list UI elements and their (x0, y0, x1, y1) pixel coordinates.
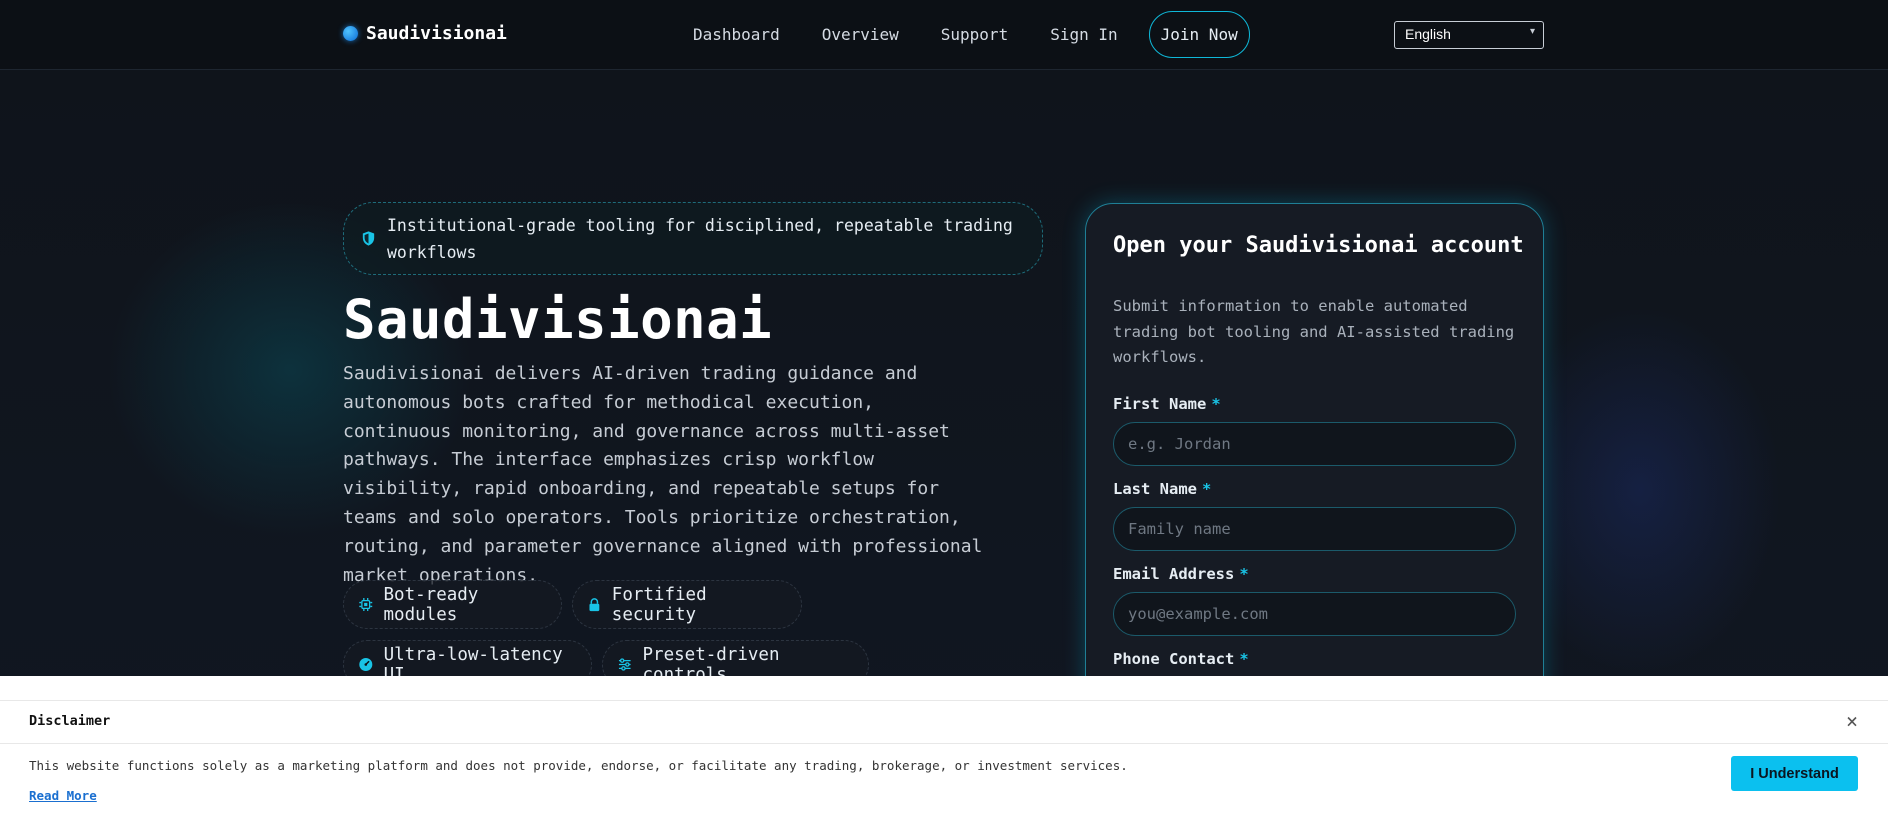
tagline-pill: Institutional-grade tooling for discipli… (343, 202, 1043, 275)
email-input[interactable] (1113, 592, 1516, 636)
main-nav: Dashboard Overview Support Sign In Join … (672, 11, 1250, 58)
nav-support[interactable]: Support (920, 12, 1029, 58)
join-now-button[interactable]: Join Now (1148, 11, 1250, 58)
feature-chip-bot-ready: Bot-ready modules (343, 580, 562, 629)
disclaimer-title: Disclaimer (29, 713, 111, 729)
close-icon[interactable]: × (1846, 709, 1858, 733)
lock-icon (589, 597, 600, 611)
site-header: Saudivisionai Dashboard Overview Support… (0, 0, 1888, 70)
required-mark: * (1239, 565, 1249, 583)
hero-title: Saudivisionai (343, 288, 773, 351)
brand-logo[interactable]: Saudivisionai (343, 23, 507, 44)
brand-name: Saudivisionai (366, 23, 507, 44)
nav-sign-in[interactable]: Sign In (1029, 12, 1138, 58)
i-understand-button[interactable]: I Understand (1731, 756, 1858, 791)
tagline-text: Institutional-grade tooling for discipli… (387, 215, 1013, 262)
feature-label: Bot-ready modules (383, 584, 479, 625)
last-name-label: Last Name * (1113, 480, 1212, 498)
nav-overview[interactable]: Overview (801, 12, 920, 58)
feature-label: Fortified security (611, 584, 707, 625)
disclaimer-text: This website functions solely as a marke… (29, 758, 1128, 773)
hero-description: Saudivisionai delivers AI-driven trading… (343, 363, 983, 586)
last-name-input[interactable] (1113, 507, 1516, 551)
phone-label: Phone Contact * (1113, 650, 1249, 668)
first-name-label: First Name * (1113, 395, 1221, 413)
first-name-input[interactable] (1113, 422, 1516, 466)
speedometer-icon (359, 657, 373, 672)
read-more-link[interactable]: Read More (29, 788, 97, 803)
language-value: English (1405, 26, 1451, 42)
card-title: Open your Saudivisionai account (1113, 233, 1524, 258)
required-mark: * (1202, 480, 1212, 498)
disclaimer-header: Disclaimer × (0, 700, 1888, 744)
card-subtitle: Submit information to enable automated t… (1113, 297, 1515, 366)
nav-dashboard[interactable]: Dashboard (672, 12, 801, 58)
disclaimer-banner: Disclaimer × This website functions sole… (0, 676, 1888, 818)
shield-icon (362, 231, 375, 246)
required-mark: * (1211, 395, 1221, 413)
email-label: Email Address * (1113, 565, 1249, 583)
brand-dot-icon (343, 26, 358, 41)
chevron-down-icon: ▾ (1529, 26, 1535, 37)
language-select[interactable]: English ▾ (1394, 21, 1544, 49)
feature-chip-security: Fortified security (572, 580, 802, 629)
required-mark: * (1239, 650, 1249, 668)
chip-icon (359, 598, 373, 611)
sliders-icon (618, 658, 631, 671)
